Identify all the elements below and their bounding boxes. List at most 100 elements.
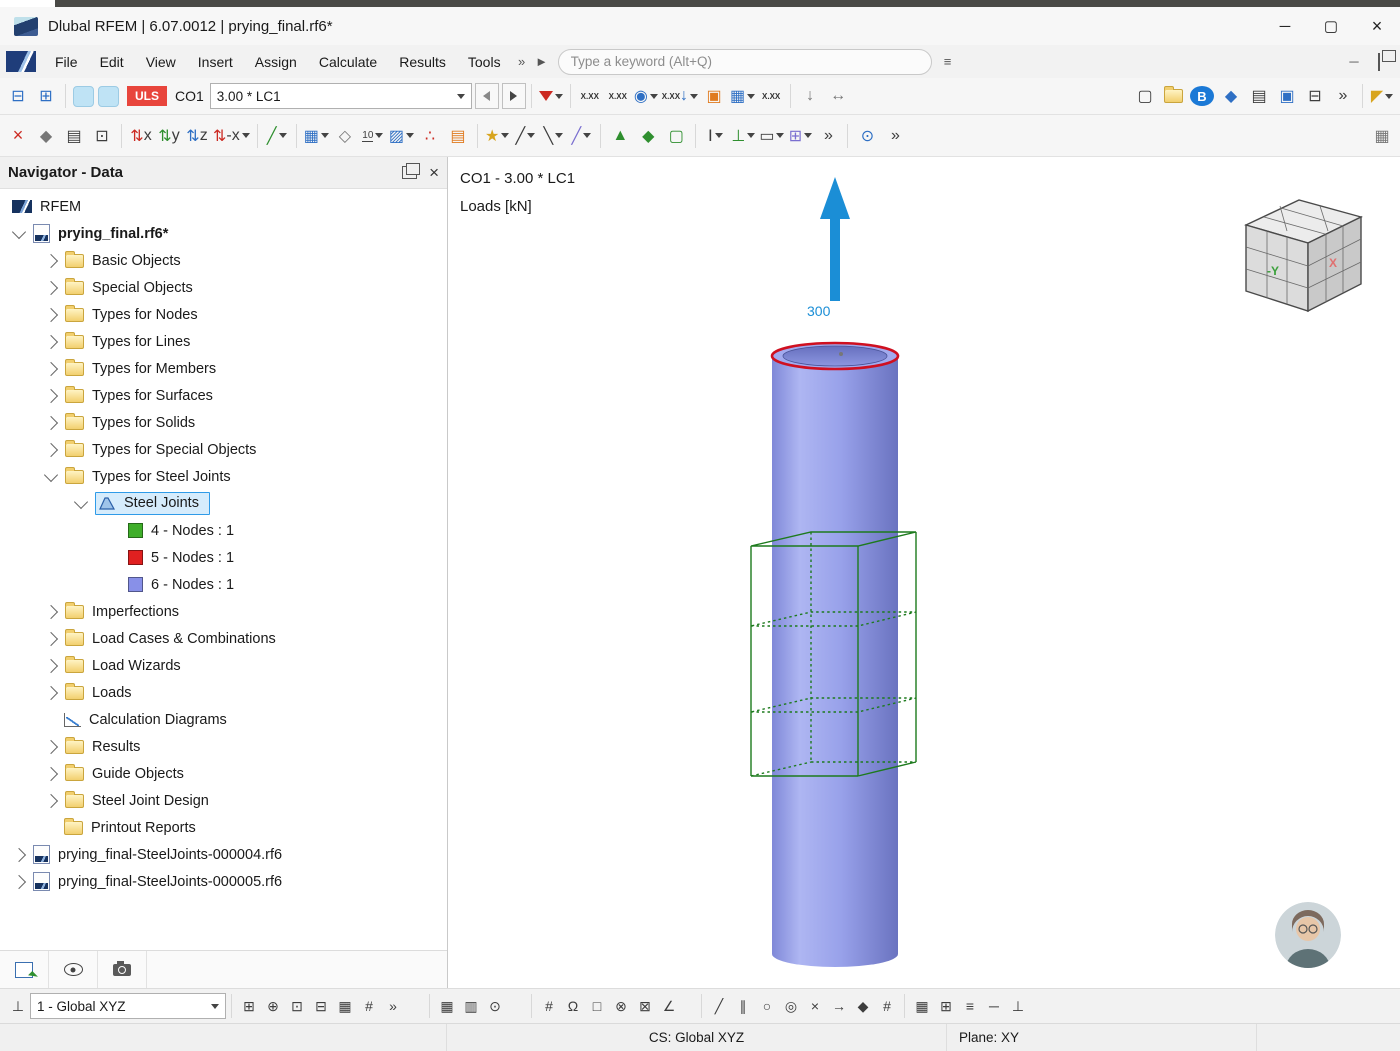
fe-mesh-icon[interactable]: ∴ xyxy=(416,123,444,149)
new-block-icon[interactable]: ▭ xyxy=(757,123,786,149)
section-views-icon[interactable]: ▥ xyxy=(459,994,483,1018)
dimension-icon[interactable]: 10 xyxy=(359,123,387,149)
chevron-right-icon[interactable] xyxy=(43,361,59,376)
close-panel-icon[interactable]: × xyxy=(429,163,439,183)
insert-node-icon[interactable]: ⊞ xyxy=(237,994,261,1018)
document-restore-icon[interactable] xyxy=(1378,52,1380,71)
menu-file[interactable]: File xyxy=(44,48,89,76)
intersection-snap-icon[interactable]: × xyxy=(803,994,827,1018)
tree-item-types-for-surfaces[interactable]: Types for Surfaces xyxy=(0,382,447,409)
result-grid-icon[interactable]: ▦ xyxy=(435,994,459,1018)
menu-overflow-icon[interactable]: » xyxy=(512,54,532,69)
chevron-right-icon[interactable] xyxy=(43,631,59,646)
ortho-mode-icon[interactable]: □ xyxy=(585,994,609,1018)
chevron-right-icon[interactable] xyxy=(43,604,59,619)
open-project-icon[interactable] xyxy=(1159,83,1187,109)
document-minimize-icon[interactable]: ─ xyxy=(1344,54,1364,69)
point-snap-icon[interactable]: ○ xyxy=(755,994,779,1018)
new-surface-icon[interactable]: ▲ xyxy=(606,123,634,149)
selection-arrow-icon[interactable]: ◤ xyxy=(1368,83,1396,109)
tree-item-load-cases-combinations[interactable]: Load Cases & Combinations xyxy=(0,625,447,652)
new-model-icon[interactable]: ▢ xyxy=(1131,83,1159,109)
plausibility-check-icon[interactable]: ⊙ xyxy=(853,123,881,149)
minimize-button[interactable]: ─ xyxy=(1262,7,1308,45)
chevron-down-icon[interactable] xyxy=(11,224,27,240)
tree-item-joint-4[interactable]: 4 - Nodes : 1 xyxy=(0,517,447,544)
float-panel-icon[interactable] xyxy=(402,163,421,179)
tree-item-results[interactable]: Results xyxy=(0,733,447,760)
tree-item-guide-objects[interactable]: Guide Objects xyxy=(0,760,447,787)
new-member-icon[interactable]: ╱ xyxy=(567,123,595,149)
tree-item-project[interactable]: prying_final.rf6* xyxy=(0,220,447,247)
cylinder-member[interactable] xyxy=(770,341,900,967)
disable-snap-icon[interactable]: ⊗ xyxy=(609,994,633,1018)
new-opening-icon[interactable]: ▢ xyxy=(662,123,690,149)
check-overflow-icon[interactable]: » xyxy=(881,123,909,149)
chevron-down-icon[interactable] xyxy=(43,467,59,483)
cube-right-label[interactable]: X xyxy=(1329,256,1337,270)
tree-item-basic-objects[interactable]: Basic Objects xyxy=(0,247,447,274)
grid-snap-icon[interactable]: # xyxy=(875,994,899,1018)
format-painter-icon[interactable]: ╱ xyxy=(263,123,291,149)
insert-line-icon[interactable]: ⊕ xyxy=(261,994,285,1018)
chevron-right-icon[interactable] xyxy=(43,334,59,349)
node-point[interactable] xyxy=(839,352,843,356)
keyword-search[interactable] xyxy=(557,48,932,75)
tree-item-steel-joint-design[interactable]: Steel Joint Design xyxy=(0,787,447,814)
new-section-icon[interactable]: Ⅰ xyxy=(701,123,729,149)
save-icon[interactable]: ▣ xyxy=(1273,83,1301,109)
tree-item-calculation-diagrams[interactable]: Calculation Diagrams xyxy=(0,706,447,733)
extension-snap-icon[interactable]: → xyxy=(827,994,851,1018)
plane-icon[interactable]: ◇ xyxy=(331,123,359,149)
maximize-button[interactable]: ▢ xyxy=(1308,7,1354,45)
menu-assign[interactable]: Assign xyxy=(244,48,308,76)
chevron-right-icon[interactable] xyxy=(11,874,27,889)
bottom-overflow-icon[interactable]: » xyxy=(381,994,405,1018)
display-navigator-tab[interactable] xyxy=(49,951,98,988)
delete-results-icon[interactable]: × xyxy=(4,123,32,149)
dock-bottom-icon[interactable]: ⊞ xyxy=(32,83,60,109)
tree-item-rfem[interactable]: RFEM xyxy=(0,193,447,220)
line-snap-icon[interactable]: ╱ xyxy=(707,994,731,1018)
magnet-icon[interactable]: ⊥ xyxy=(1006,994,1030,1018)
chevron-right-icon[interactable] xyxy=(43,739,59,754)
tree-item-types-for-members[interactable]: Types for Members xyxy=(0,355,447,382)
tree-item-types-for-nodes[interactable]: Types for Nodes xyxy=(0,301,447,328)
new-polyline-icon[interactable]: ╲ xyxy=(539,123,567,149)
work-plane-icon[interactable]: ⊞ xyxy=(934,994,958,1018)
tree-item-steeljoints-file-4[interactable]: prying_final-SteelJoints-000004.rf6 xyxy=(0,841,447,868)
navigation-cube[interactable]: -Y X xyxy=(1221,185,1381,335)
center-snap-icon[interactable]: ◎ xyxy=(779,994,803,1018)
cube-front-label[interactable]: -Y xyxy=(1267,264,1279,278)
object-snap-icon[interactable]: Ω xyxy=(561,994,585,1018)
insert-member-icon[interactable]: ⊡ xyxy=(285,994,309,1018)
solid-view-icon[interactable]: ◆ xyxy=(32,123,60,149)
results-filter-icon[interactable] xyxy=(537,83,565,109)
package-icon[interactable]: ▣ xyxy=(700,83,728,109)
dock-left-icon[interactable]: ⊟ xyxy=(4,83,32,109)
move-minus-x-icon[interactable]: ⇅ -x xyxy=(211,123,252,149)
angle-snap-icon[interactable]: ∠ xyxy=(657,994,681,1018)
tree-item-steel-joints[interactable]: Steel Joints xyxy=(0,490,447,517)
move-x-icon[interactable]: ⇅ x xyxy=(127,123,155,149)
coordinate-system-combobox[interactable]: 1 - Global XYZ xyxy=(30,993,226,1019)
tree-item-types-for-special-objects[interactable]: Types for Special Objects xyxy=(0,436,447,463)
new-solid-icon[interactable]: ◆ xyxy=(634,123,662,149)
table-manager-icon[interactable]: ▦ xyxy=(1368,123,1396,149)
chevron-right-icon[interactable] xyxy=(43,793,59,808)
tree-item-types-for-solids[interactable]: Types for Solids xyxy=(0,409,447,436)
copy-object-icon[interactable]: ⊡ xyxy=(88,123,116,149)
tree-item-steeljoints-file-5[interactable]: prying_final-SteelJoints-000005.rf6 xyxy=(0,868,447,895)
views-navigator-tab[interactable] xyxy=(98,951,147,988)
combine-structures-icon[interactable]: ⊞ xyxy=(786,123,814,149)
chevron-right-icon[interactable] xyxy=(43,442,59,457)
global-numbering-icon[interactable]: X.XX xyxy=(576,83,604,109)
menu-tools[interactable]: Tools xyxy=(457,48,512,76)
workspace-swatch-1[interactable] xyxy=(73,85,94,107)
new-stiffener-icon[interactable]: ⊥ xyxy=(729,123,757,149)
new-node-icon[interactable]: ★ xyxy=(483,123,511,149)
statusbar-cs[interactable]: CS: Global XYZ xyxy=(447,1024,947,1051)
chevron-down-icon[interactable] xyxy=(73,494,89,510)
snap-settings-icon[interactable]: # xyxy=(357,994,381,1018)
tree-item-special-objects[interactable]: Special Objects xyxy=(0,274,447,301)
